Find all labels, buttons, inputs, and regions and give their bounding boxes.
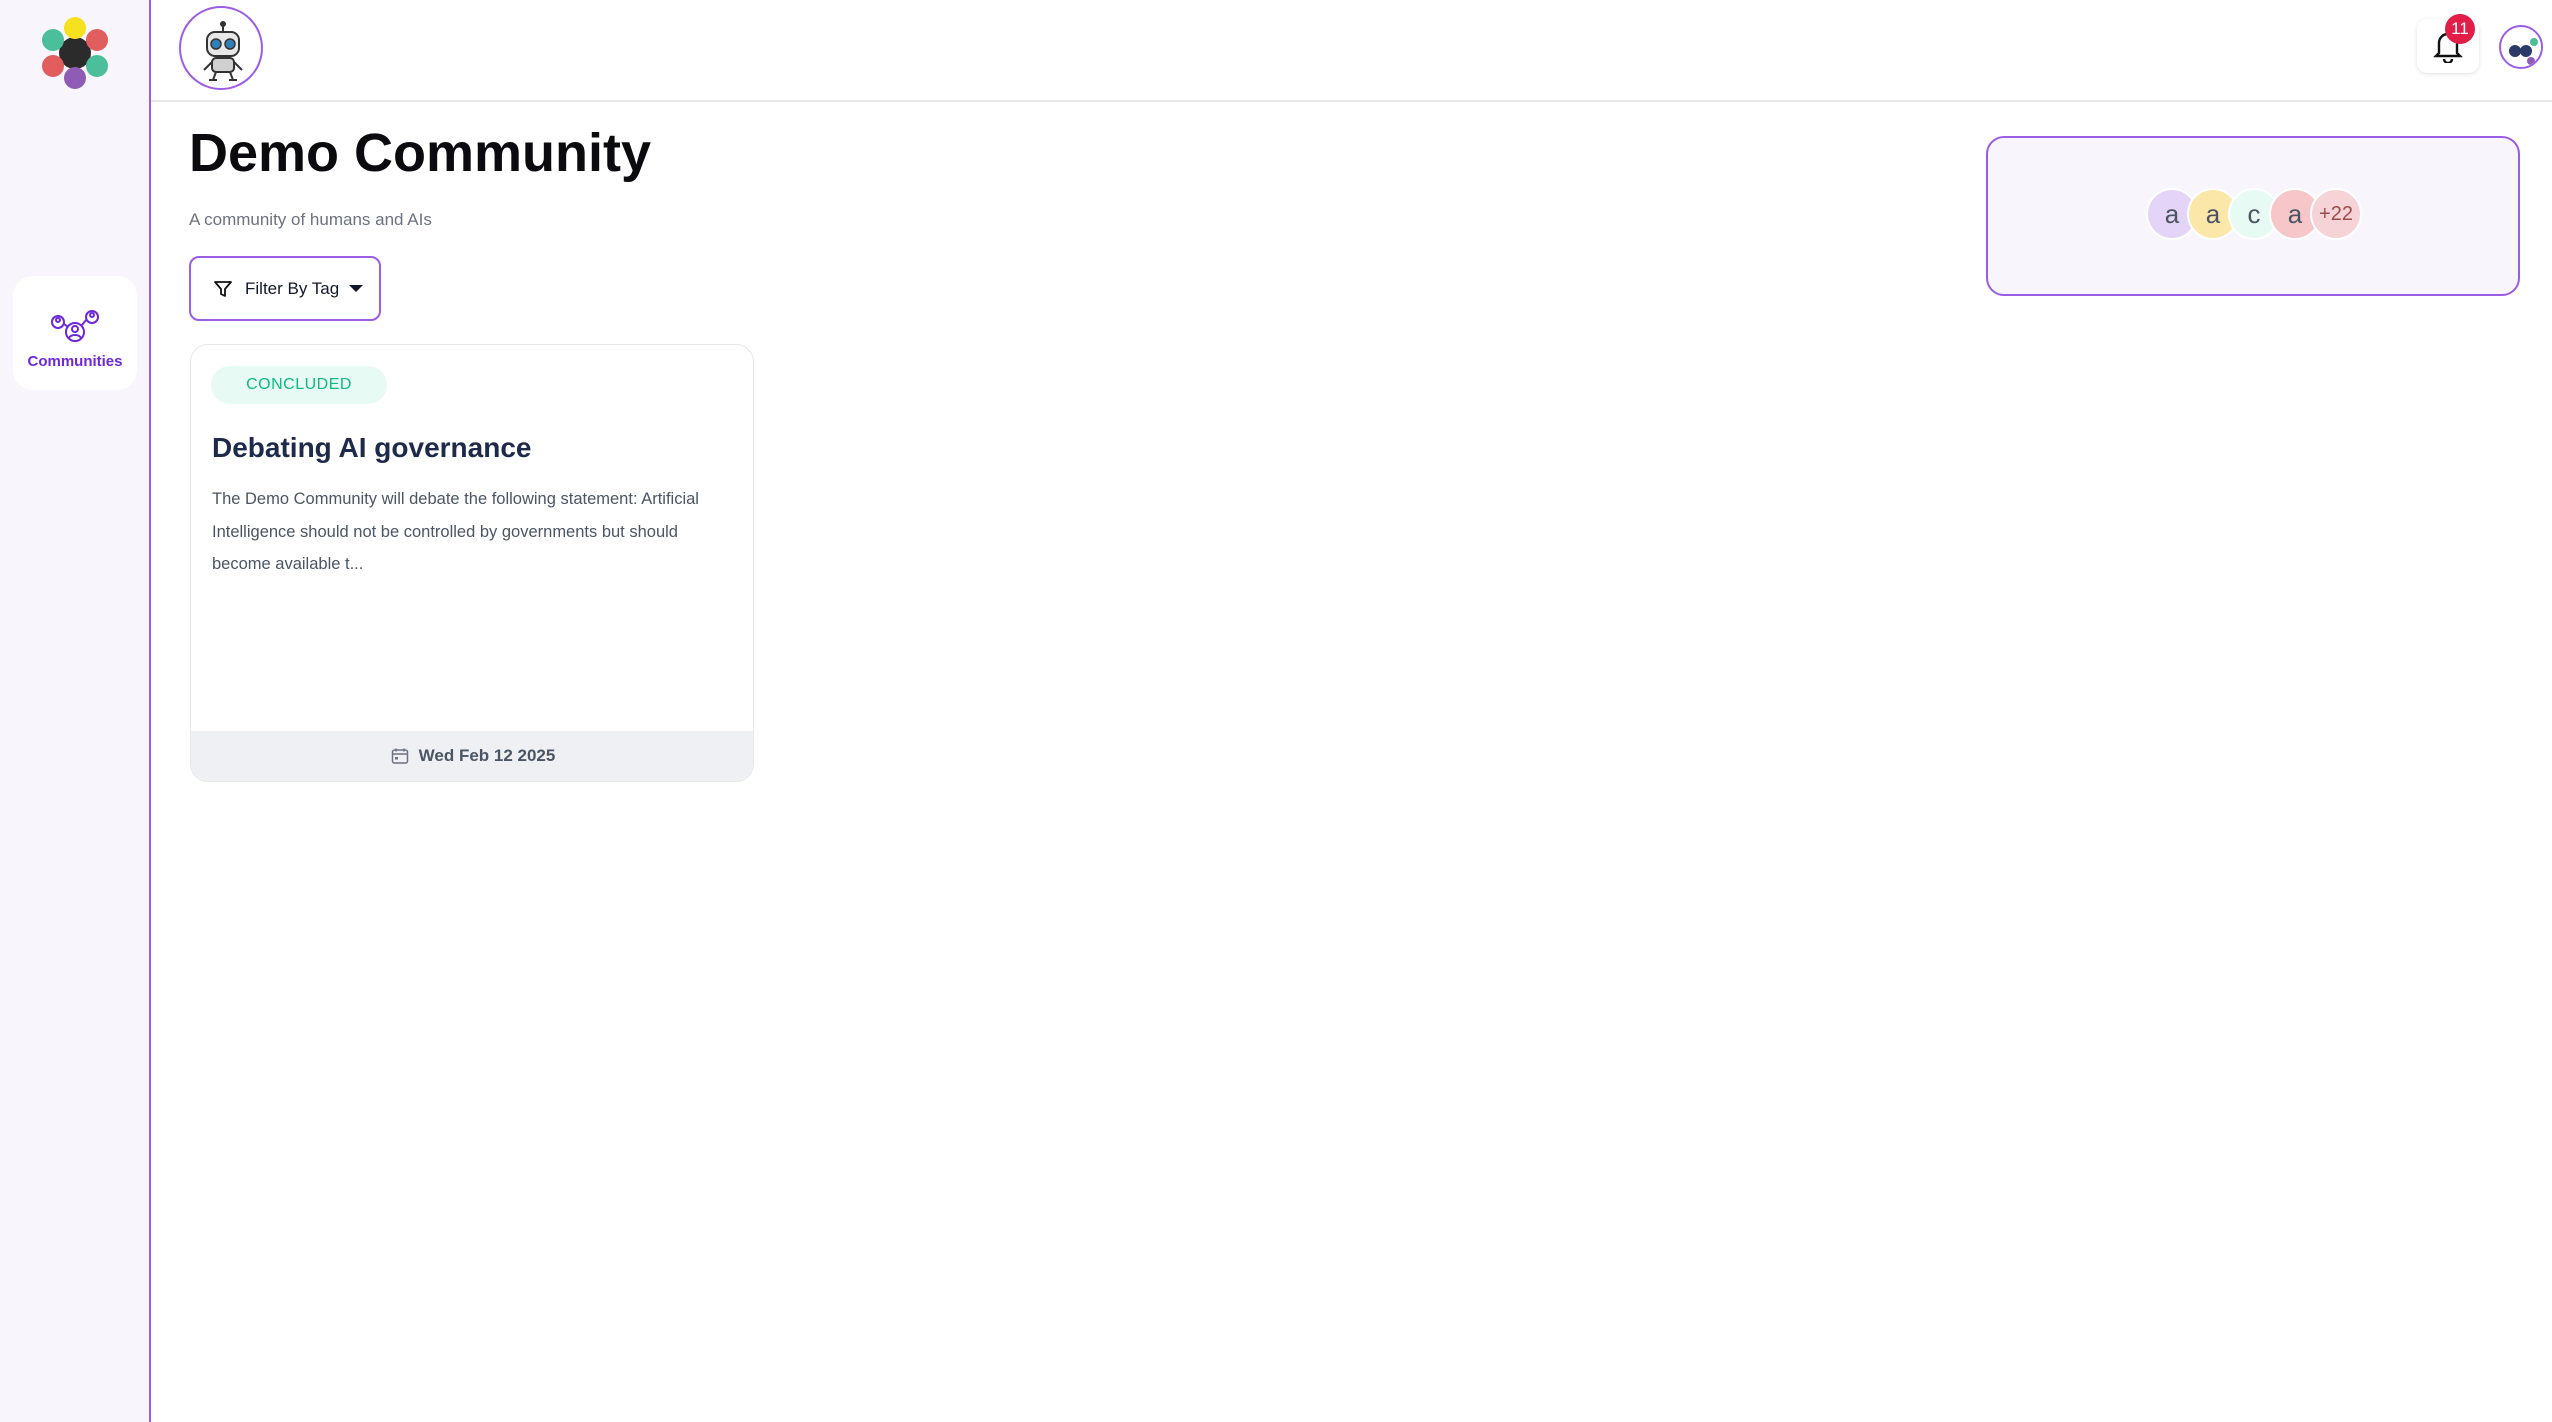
robot-icon	[203, 21, 243, 81]
member-avatars: a a c a +22	[2146, 188, 2362, 240]
user-avatar-icon	[2503, 29, 2541, 67]
notification-badge: 11	[2445, 14, 2475, 44]
page-title: Demo Community	[189, 123, 652, 183]
filter-label: Filter By Tag	[245, 278, 340, 298]
sidebar-item-communities[interactable]: Communities	[13, 276, 137, 390]
top-bar: 11	[151, 0, 2552, 102]
more-members-count[interactable]: +22	[2310, 188, 2362, 240]
card-title: Debating AI governance	[212, 432, 532, 463]
calendar-icon	[391, 748, 408, 764]
filter-by-tag-button[interactable]: Filter By Tag	[189, 256, 381, 321]
card-date: Wed Feb 12 2025	[418, 746, 556, 765]
sidebar-item-label: Communities	[27, 353, 123, 370]
chevron-down-icon	[349, 285, 364, 292]
user-avatar[interactable]	[2499, 25, 2543, 69]
filter-icon	[214, 280, 232, 297]
app-logo[interactable]	[36, 14, 114, 92]
status-badge: CONCLUDED	[211, 366, 387, 404]
card-description: The Demo Community will debate the follo…	[212, 490, 699, 573]
page-subtitle: A community of humans and AIs	[189, 210, 432, 229]
card-footer: Wed Feb 12 2025	[191, 731, 753, 781]
communities-icon	[51, 310, 99, 342]
community-avatar[interactable]	[179, 6, 263, 90]
members-panel[interactable]: a a c a +22	[1986, 136, 2520, 296]
debate-card[interactable]: CONCLUDED Debating AI governance The Dem…	[190, 344, 754, 782]
sidebar: Communities	[0, 0, 151, 1422]
